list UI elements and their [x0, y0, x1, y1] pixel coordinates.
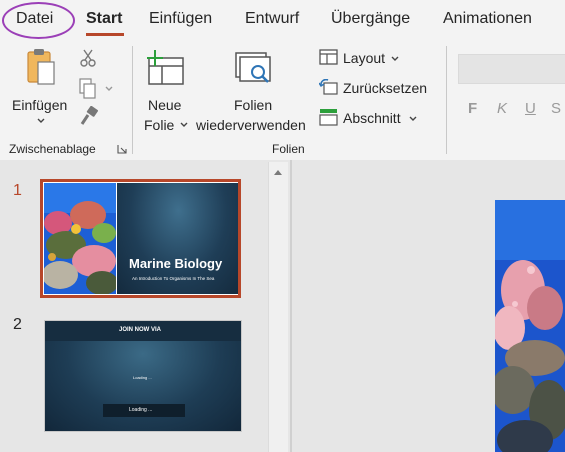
slide-1-title: Marine Biology — [129, 256, 223, 271]
group-separator — [446, 46, 447, 154]
clipboard-paste-icon — [27, 49, 55, 85]
coral-reef-image — [44, 183, 116, 294]
slide-2-loading-text: Loading ... — [133, 375, 152, 380]
reuse-slides-label-1: Folien — [234, 97, 273, 113]
scroll-up-arrow-icon[interactable] — [273, 168, 283, 176]
strikethrough-button[interactable]: S — [551, 100, 561, 117]
copy-icon — [79, 78, 96, 99]
section-icon — [319, 109, 338, 126]
dialog-launcher-icon[interactable] — [117, 144, 127, 154]
underline-button[interactable]: U — [525, 100, 536, 117]
reuse-slides-button[interactable]: Folien wiederverwenden — [193, 46, 315, 133]
copy-button[interactable] — [78, 78, 118, 100]
slide-1-subtitle: An Introduction To Organisms In The Sea — [132, 276, 215, 281]
italic-button[interactable]: K — [497, 100, 507, 117]
slide-number: 2 — [13, 316, 22, 333]
chevron-down-icon — [180, 122, 188, 127]
active-tab-indicator — [86, 33, 124, 36]
ribbon: Einfügen Zwischenablage Neue Folie Folie… — [0, 40, 565, 161]
new-slide-icon — [147, 50, 184, 85]
slides-group-label: Folien — [272, 142, 305, 156]
reuse-slides-icon — [235, 52, 271, 83]
new-slide-label-1: Neue — [148, 97, 182, 113]
paste-label: Einfügen — [12, 97, 68, 113]
ribbon-tab-bar: Datei Start Einfügen Entwurf Übergänge A… — [0, 0, 565, 40]
section-button[interactable]: Abschnitt — [318, 108, 428, 128]
tab-uebergaenge[interactable]: Übergänge — [331, 10, 410, 28]
reuse-slides-label-2: wiederverwenden — [196, 117, 306, 133]
layout-button[interactable]: Layout — [318, 48, 410, 68]
slide-thumbnail-1[interactable]: Marine Biology An Introduction To Organi… — [40, 179, 241, 298]
new-slide-button[interactable]: Neue Folie — [140, 46, 194, 133]
section-label: Abschnitt — [343, 110, 401, 126]
reset-icon — [319, 79, 338, 95]
slide-thumbnail-2[interactable]: JOIN NOW VIA Loading ... Loading ... — [44, 320, 242, 432]
new-slide-label-2: Folie — [144, 117, 175, 133]
tab-einfuegen[interactable]: Einfügen — [149, 10, 212, 28]
cut-icon[interactable] — [79, 48, 97, 68]
layout-label: Layout — [343, 50, 386, 66]
layout-icon — [319, 49, 338, 65]
tab-start[interactable]: Start — [86, 10, 122, 28]
slide-number: 1 — [13, 182, 22, 199]
reset-label: Zurücksetzen — [343, 80, 428, 96]
chevron-down-icon — [37, 118, 45, 123]
slide-2-header: JOIN NOW VIA — [119, 327, 162, 333]
tab-animationen[interactable]: Animationen — [443, 10, 532, 28]
slide-2-loading-bar-text: Loading ... — [129, 407, 153, 413]
paste-button[interactable]: Einfügen — [8, 46, 74, 128]
main-slide-coral-image[interactable] — [495, 200, 565, 452]
format-painter-icon[interactable] — [79, 106, 99, 126]
reset-button[interactable]: Zurücksetzen — [318, 78, 438, 98]
clipboard-group-label: Zwischenablage — [9, 142, 96, 156]
thumbnail-scrollbar[interactable] — [268, 162, 288, 452]
group-separator — [132, 46, 133, 154]
chevron-down-icon — [409, 116, 417, 121]
font-name-box[interactable] — [458, 54, 565, 84]
chevron-down-icon — [391, 56, 399, 61]
bold-button[interactable]: F — [468, 100, 477, 117]
tab-entwurf[interactable]: Entwurf — [245, 10, 299, 28]
highlight-circle — [2, 2, 75, 39]
chevron-down-icon — [105, 86, 113, 91]
